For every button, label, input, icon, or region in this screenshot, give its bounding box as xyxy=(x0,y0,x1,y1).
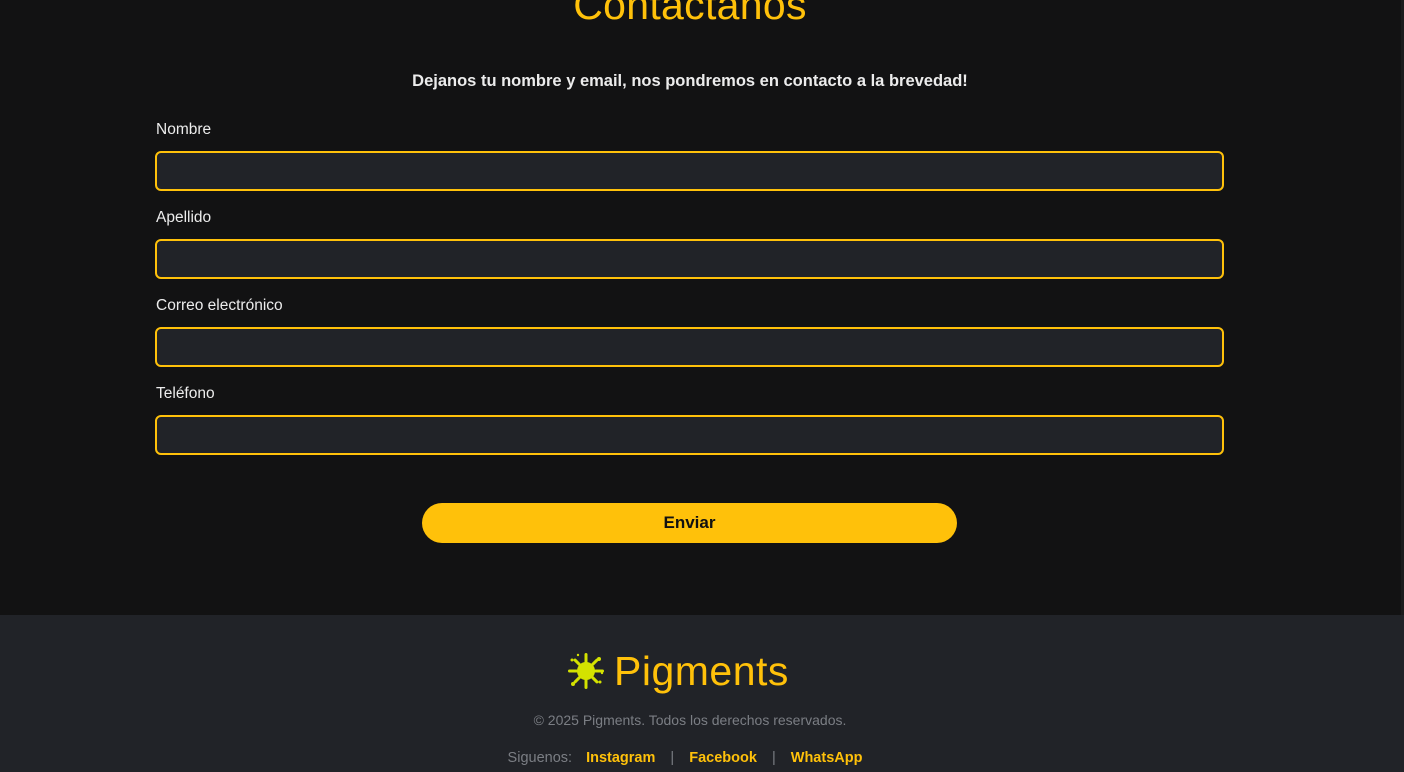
follow-label: Siguenos: xyxy=(507,750,573,766)
whatsapp-link[interactable]: WhatsApp xyxy=(791,750,863,766)
apellido-label: Apellido xyxy=(156,209,212,226)
email-field[interactable] xyxy=(155,327,1224,367)
paint-splash-icon xyxy=(568,653,604,689)
separator: | xyxy=(670,750,675,766)
nombre-field[interactable] xyxy=(155,151,1224,191)
apellido-field[interactable] xyxy=(155,239,1224,279)
email-label: Correo electrónico xyxy=(156,297,283,314)
social-links: Siguenos: Instagram | Facebook | WhatsAp… xyxy=(0,750,1370,766)
telefono-label: Teléfono xyxy=(156,385,215,402)
page-title: Contáctanos xyxy=(573,0,807,28)
contact-subtitle: Dejanos tu nombre y email, nos pondremos… xyxy=(412,72,968,90)
nombre-label: Nombre xyxy=(156,121,212,138)
copyright-text: © 2025 Pigments. Todos los derechos rese… xyxy=(533,712,847,728)
submit-button[interactable]: Enviar xyxy=(422,503,957,543)
facebook-link[interactable]: Facebook xyxy=(689,750,757,766)
brand-name: Pigments xyxy=(614,648,789,694)
separator: | xyxy=(771,750,776,766)
footer-brand[interactable]: Pigments xyxy=(566,648,789,694)
instagram-link[interactable]: Instagram xyxy=(586,750,655,766)
telefono-field[interactable] xyxy=(155,415,1224,455)
page: Contáctanos Dejanos tu nombre y email, n… xyxy=(0,0,1404,772)
contact-section: Contáctanos Dejanos tu nombre y email, n… xyxy=(0,0,1404,615)
